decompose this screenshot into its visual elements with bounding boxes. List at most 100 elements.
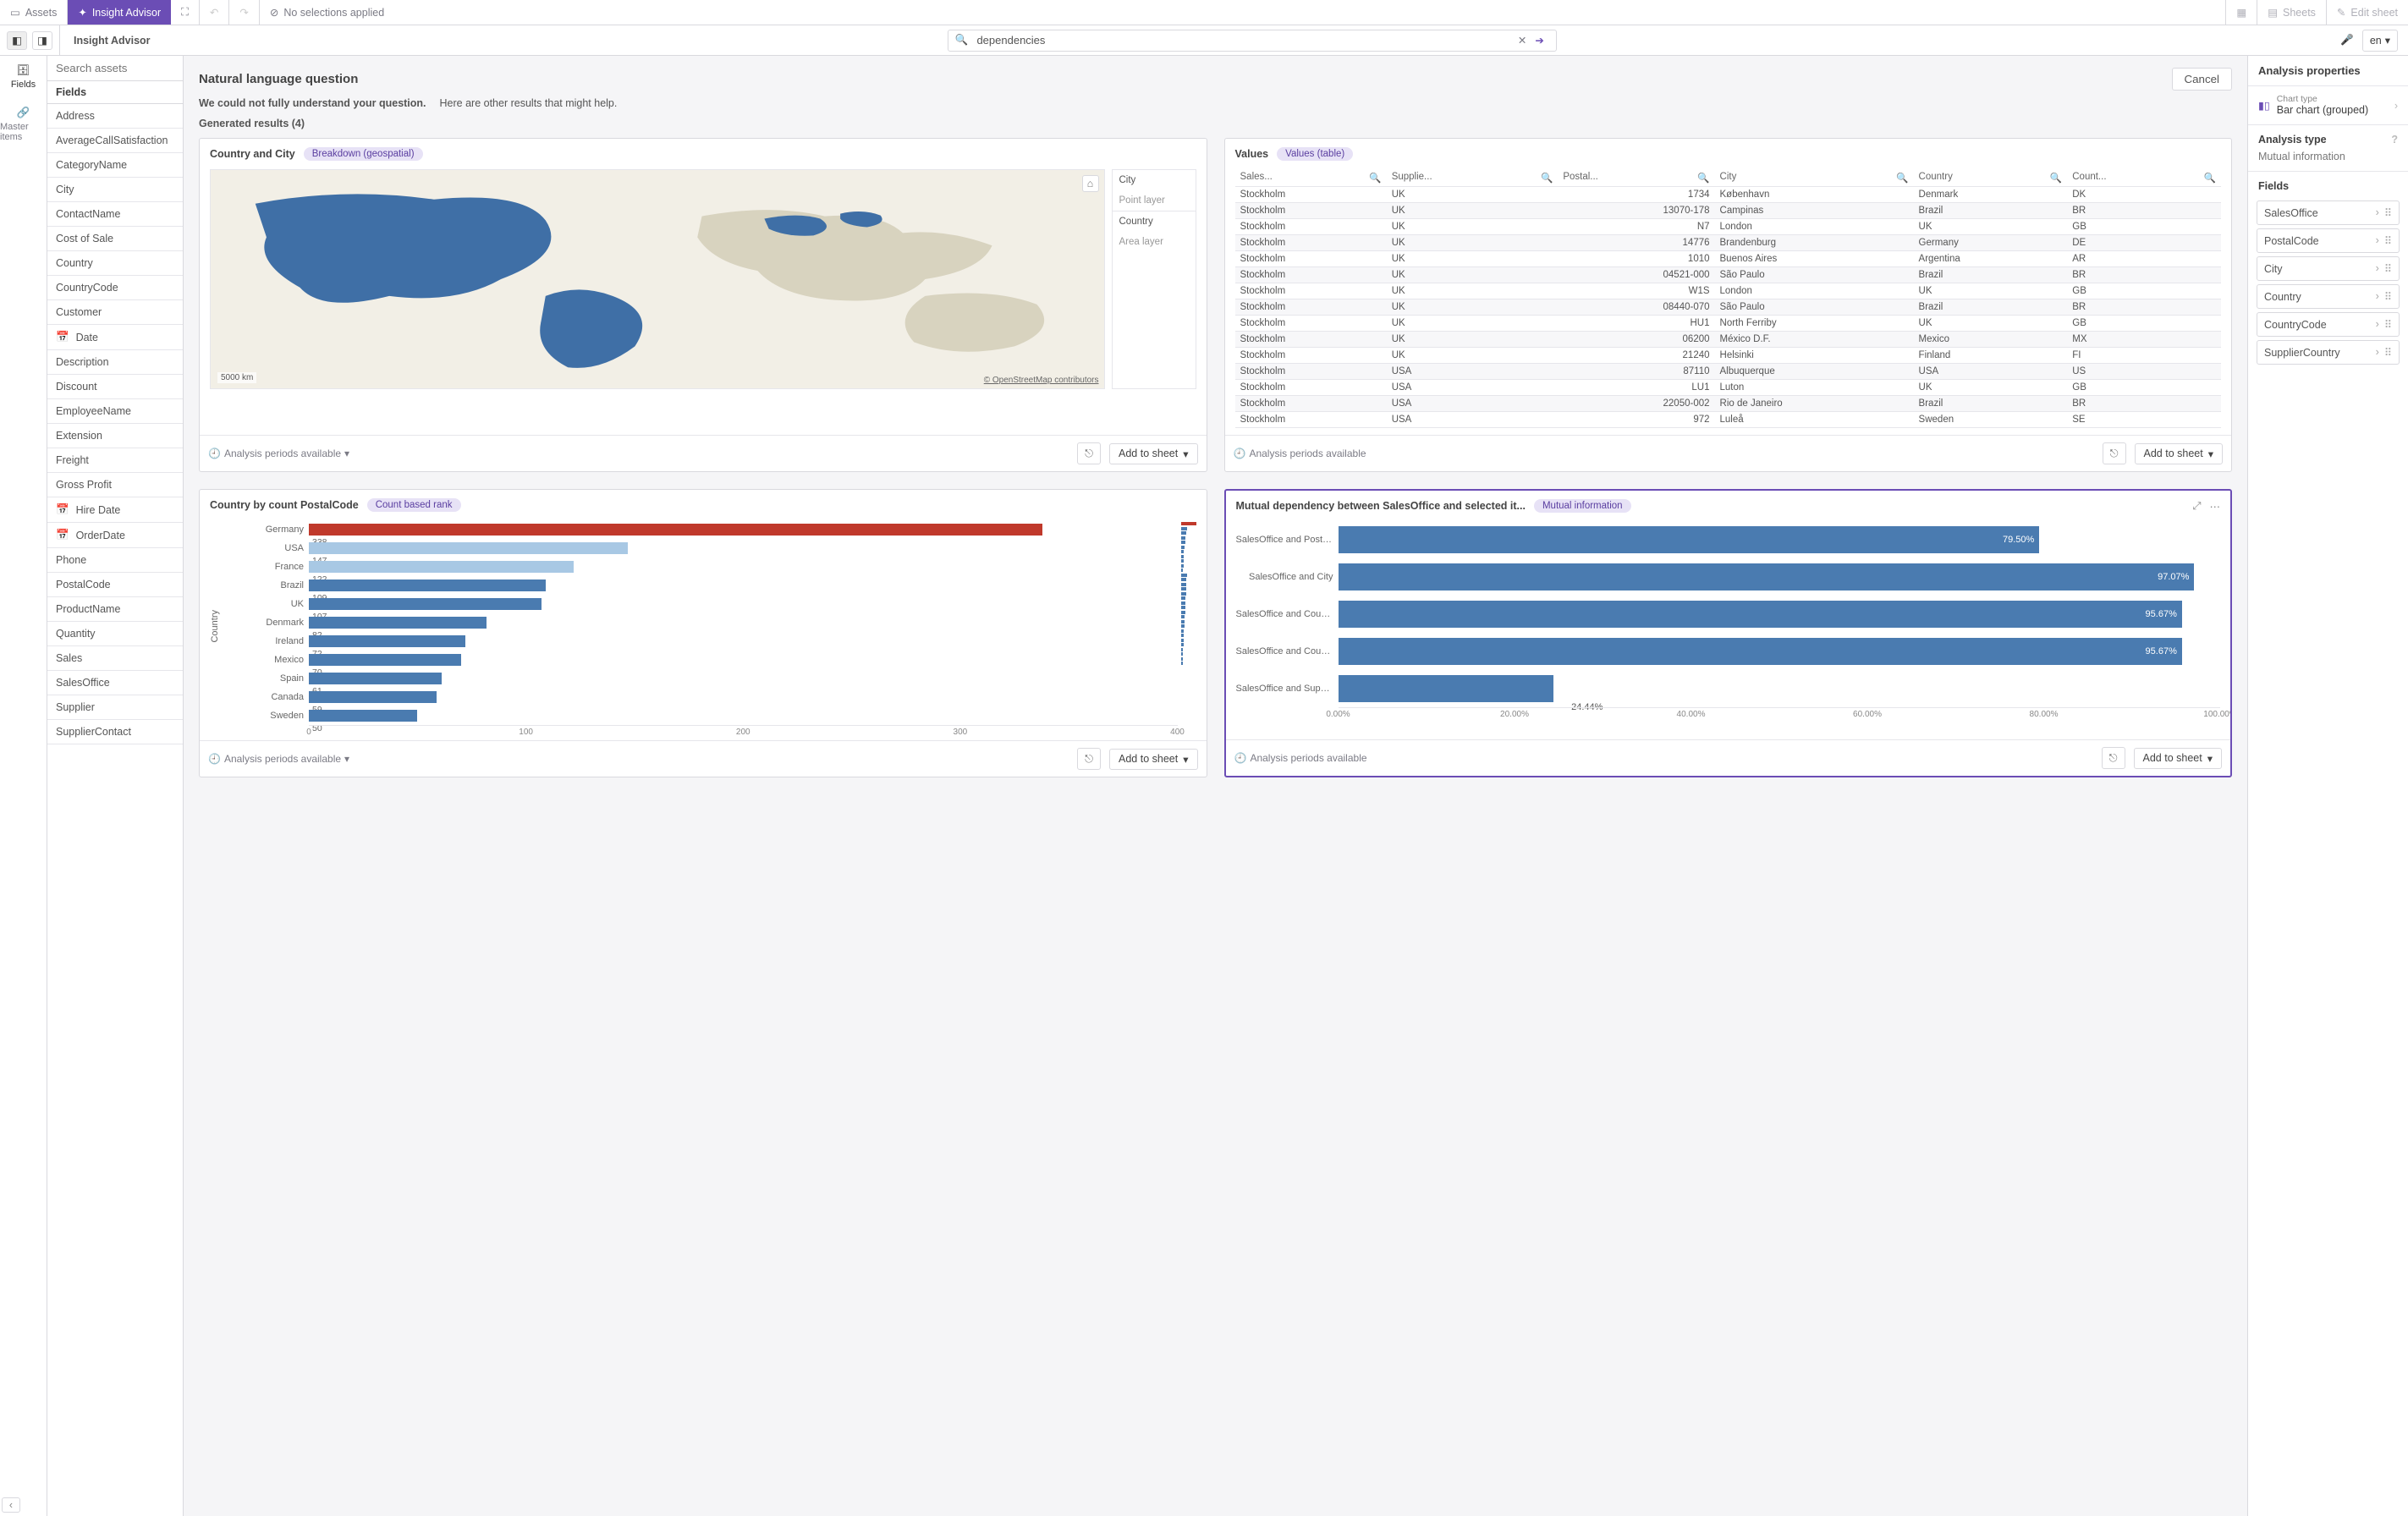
table-header[interactable]: Supplie...🔍 [1387,169,1559,187]
table-row[interactable]: StockholmUK13070-178CampinasBrazilBR [1235,203,2222,219]
analysis-periods[interactable]: 🕘Analysis periods available▾ [208,448,349,459]
field-row[interactable]: Quantity [47,622,183,646]
cancel-button[interactable]: Cancel [2172,68,2233,91]
property-field[interactable]: City›⠿ [2257,256,2400,281]
collapse-left-button[interactable]: ‹ [2,1497,20,1513]
table-row[interactable]: StockholmUK1734KøbenhavnDenmarkDK [1235,187,2222,203]
analysis-periods[interactable]: 🕘Analysis periods available [1234,752,1367,764]
step-forward-button[interactable]: ↷ [229,0,259,25]
table-row[interactable]: StockholmUK21240HelsinkiFinlandFI [1235,348,2222,364]
mic-button[interactable]: 🎤 [2340,34,2354,47]
table-row[interactable]: StockholmUSA87110AlbuquerqueUSAUS [1235,364,2222,380]
submit-search-button[interactable]: ➔ [1535,34,1543,47]
column-search-icon[interactable]: 🔍 [1541,172,1553,184]
table-row[interactable]: StockholmUSA972LuleåSwedenSE [1235,412,2222,428]
field-row[interactable]: ContactName [47,202,183,227]
field-row[interactable]: 📅OrderDate [47,523,183,548]
step-back-button[interactable]: ↶ [200,0,229,25]
chart-type-row[interactable]: ▮▯ Chart type Bar chart (grouped) › [2248,86,2408,125]
bar-chart[interactable]: Germany338USA147France122Brazil109UK107D… [223,520,1178,732]
field-row[interactable]: SalesOffice [47,671,183,695]
rail-master-items[interactable]: 🔗 Master items [0,98,47,151]
map-chart[interactable]: ⌂ 5000 km © OpenStreetMap contributors [210,169,1105,389]
card-values-table[interactable]: Values Values (table) Sales...🔍Supplie..… [1224,138,2233,472]
table-header[interactable]: City🔍 [1715,169,1914,187]
fullscreen-button[interactable]: ⤢ [2192,500,2201,513]
table-row[interactable]: StockholmUK08440-070São PauloBrazilBR [1235,299,2222,316]
toggle-right-panel[interactable]: ◨ [32,31,52,50]
card-country-bar[interactable]: Country by count PostalCode Count based … [199,489,1207,777]
bar-minimap[interactable] [1181,520,1196,732]
search-box[interactable]: 🔍 ✕ ➔ [948,30,1557,52]
table-row[interactable]: StockholmUK04521-000São PauloBrazilBR [1235,267,2222,283]
add-to-sheet-button[interactable]: Add to sheet▾ [2135,443,2223,464]
field-row[interactable]: Extension [47,424,183,448]
field-row[interactable]: SupplierContact [47,720,183,744]
sheets-button[interactable]: ▤Sheets [2257,0,2326,25]
help-icon[interactable]: ? [2391,134,2398,146]
drag-handle-icon[interactable]: ⠿ [2384,290,2392,303]
column-search-icon[interactable]: 🔍 [1697,172,1709,184]
search-input[interactable] [975,33,1510,47]
field-row[interactable]: Country [47,251,183,276]
field-list[interactable]: AddressAverageCallSatisfactionCategoryNa… [47,104,183,1516]
field-row[interactable]: EmployeeName [47,399,183,424]
bar-chart[interactable]: SalesOffice and PostalCode79.50%SalesOff… [1236,521,2221,733]
explore-button[interactable]: ⎋ [1077,442,1101,464]
add-to-sheet-button[interactable]: Add to sheet▾ [1109,749,1197,770]
analysis-periods[interactable]: 🕘Analysis periods available▾ [208,753,349,765]
clear-search-button[interactable]: ✕ [1518,34,1526,47]
drag-handle-icon[interactable]: ⠿ [2384,318,2392,331]
card-country-city[interactable]: Country and City Breakdown (geospatial) [199,138,1207,472]
field-row[interactable]: 📅Date [47,325,183,350]
property-field[interactable]: SalesOffice›⠿ [2257,200,2400,225]
map-home-button[interactable]: ⌂ [1082,175,1099,192]
field-row[interactable]: AverageCallSatisfaction [47,129,183,153]
table-header[interactable]: Count...🔍 [2067,169,2221,187]
column-search-icon[interactable]: 🔍 [2050,172,2062,184]
drag-handle-icon[interactable]: ⠿ [2384,262,2392,275]
field-row[interactable]: ProductName [47,597,183,622]
table-row[interactable]: StockholmUSALU1LutonUKGB [1235,380,2222,396]
table-header[interactable]: Sales...🔍 [1235,169,1387,187]
column-search-icon[interactable]: 🔍 [1369,172,1381,184]
field-row[interactable]: Cost of Sale [47,227,183,251]
property-field[interactable]: CountryCode›⠿ [2257,312,2400,337]
values-table[interactable]: Sales...🔍Supplie...🔍Postal...🔍City🔍Count… [1235,169,2222,428]
add-to-sheet-button[interactable]: Add to sheet▾ [1109,443,1197,464]
field-row[interactable]: Freight [47,448,183,473]
table-row[interactable]: StockholmUKW1SLondonUKGB [1235,283,2222,299]
field-row[interactable]: Sales [47,646,183,671]
language-select[interactable]: en▾ [2362,30,2398,52]
smart-search-button[interactable]: ⛶ [171,0,200,25]
table-header[interactable]: Country🔍 [1914,169,2068,187]
field-row[interactable]: CategoryName [47,153,183,178]
explore-button[interactable]: ⎋ [1077,748,1101,770]
property-field[interactable]: Country›⠿ [2257,284,2400,309]
selections-tool-button[interactable]: ▦ [2225,0,2257,25]
table-row[interactable]: StockholmUK06200México D.F.MexicoMX [1235,332,2222,348]
table-row[interactable]: StockholmUKN7LondonUKGB [1235,219,2222,235]
analysis-periods[interactable]: 🕘Analysis periods available [1234,448,1366,459]
more-button[interactable]: ⋯ [2210,500,2221,513]
assets-search-input[interactable] [54,61,176,75]
field-row[interactable]: 📅Hire Date [47,497,183,523]
drag-handle-icon[interactable]: ⠿ [2384,206,2392,219]
add-to-sheet-button[interactable]: Add to sheet▾ [2134,748,2222,769]
toggle-left-panel[interactable]: ◧ [7,31,27,50]
explore-button[interactable]: ⎋ [2102,747,2125,769]
table-row[interactable]: StockholmUSA22050-002Rio de JaneiroBrazi… [1235,396,2222,412]
edit-sheet-button[interactable]: ✎Edit sheet [2326,0,2408,25]
field-row[interactable]: Phone [47,548,183,573]
card-mutual-dependency[interactable]: Mutual dependency between SalesOffice an… [1224,489,2233,777]
rail-fields[interactable]: 🗄 Fields [0,56,47,98]
table-header[interactable]: Postal...🔍 [1558,169,1714,187]
drag-handle-icon[interactable]: ⠿ [2384,234,2392,247]
table-row[interactable]: StockholmUKHU1North FerribyUKGB [1235,316,2222,332]
field-row[interactable]: Discount [47,375,183,399]
field-row[interactable]: PostalCode [47,573,183,597]
insight-advisor-button[interactable]: ✦ Insight Advisor [68,0,171,25]
field-row[interactable]: Supplier [47,695,183,720]
drag-handle-icon[interactable]: ⠿ [2384,346,2392,359]
assets-button[interactable]: ▭ Assets [0,0,68,25]
